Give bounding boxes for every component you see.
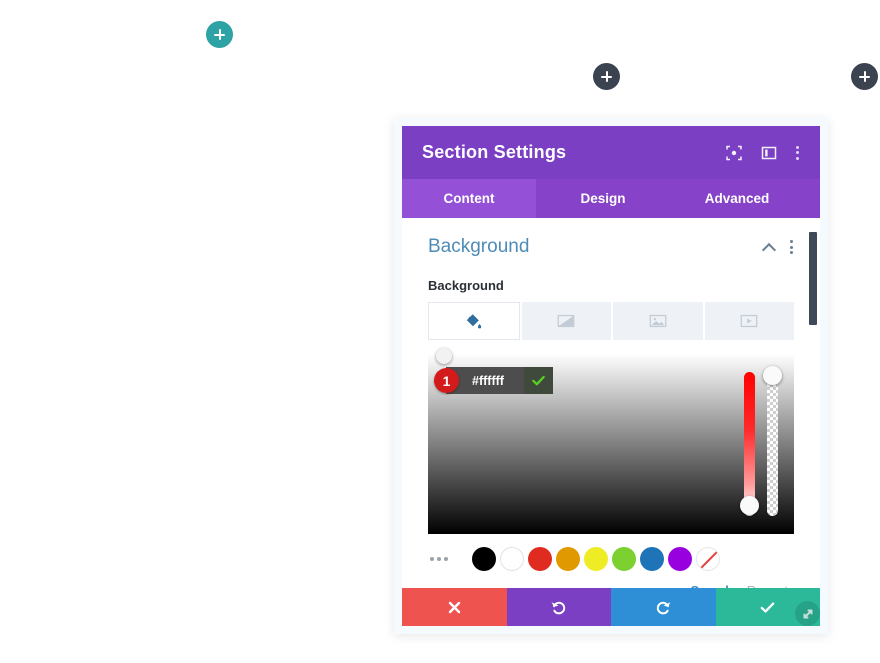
close-icon (448, 601, 460, 613)
redo-button[interactable] (611, 588, 716, 626)
swatch-red[interactable] (528, 547, 552, 571)
step-badge-1: 1 (434, 368, 459, 393)
swatch-green[interactable] (612, 547, 636, 571)
background-section-header: Background (428, 236, 794, 258)
tab-advanced[interactable]: Advanced (670, 179, 804, 218)
modal-titlebar: Section Settings (402, 126, 820, 179)
background-gradient-tab[interactable] (521, 302, 611, 340)
kebab-menu-icon[interactable] (796, 145, 800, 160)
section-title: Background (428, 236, 530, 257)
cancel-button[interactable] (402, 588, 507, 626)
section-header-icons (763, 240, 794, 254)
ellipsis-icon[interactable] (430, 557, 464, 561)
swatch-blue[interactable] (640, 547, 664, 571)
redo-icon (656, 601, 671, 614)
background-video-tab[interactable] (704, 302, 794, 340)
alpha-slider-thumb[interactable] (763, 366, 782, 386)
background-color-tab[interactable] (428, 302, 520, 340)
background-image-tab[interactable] (613, 302, 703, 340)
image-icon (649, 314, 667, 328)
alpha-slider[interactable] (763, 366, 782, 516)
gradient-icon (557, 314, 575, 328)
add-section-button-middle[interactable] (593, 63, 620, 90)
hue-slider-thumb[interactable] (740, 495, 759, 515)
hue-slider[interactable] (740, 372, 759, 516)
saturation-brightness-area[interactable]: 1 (428, 348, 794, 534)
check-icon (760, 601, 775, 613)
add-section-button-right[interactable] (851, 63, 878, 90)
check-icon (532, 375, 545, 386)
modal-scrollbar-thumb[interactable] (809, 232, 817, 325)
layout-panel-icon[interactable] (761, 145, 777, 161)
modal-title: Section Settings (422, 142, 567, 162)
modal-scrollbar[interactable] (808, 218, 818, 588)
undo-button[interactable] (506, 588, 611, 626)
color-picker: 1 #ffffff (428, 348, 794, 588)
video-icon (740, 314, 758, 328)
chevron-up-icon[interactable] (763, 243, 776, 251)
modal-inner: Section Settings Content Design Advanced… (402, 126, 820, 626)
swatch-transparent[interactable] (696, 547, 720, 571)
focus-icon[interactable] (726, 145, 742, 161)
swatch-black[interactable] (472, 547, 496, 571)
add-section-button-top-left[interactable] (206, 21, 233, 48)
color-swatch-row (428, 547, 794, 571)
hex-confirm-button[interactable] (524, 367, 553, 394)
background-type-tabs (428, 302, 794, 340)
swatch-white[interactable] (500, 547, 524, 571)
undo-icon (551, 601, 566, 614)
swatch-orange[interactable] (556, 547, 580, 571)
picker-sliders (740, 366, 782, 516)
titlebar-icon-group (726, 145, 800, 161)
swatch-purple[interactable] (668, 547, 692, 571)
modal-action-bar (402, 588, 820, 626)
hex-input-row: 1 (434, 367, 553, 394)
modal-body: Background Background 1 #ffffff (402, 218, 820, 588)
section-settings-modal: Section Settings Content Design Advanced… (394, 118, 828, 634)
kebab-menu-icon[interactable] (790, 240, 794, 254)
resize-diagonal-icon[interactable] (795, 601, 820, 626)
tab-content[interactable]: Content (402, 179, 536, 218)
background-field-label: Background (428, 278, 504, 293)
picker-cursor[interactable] (436, 348, 452, 364)
paint-bucket-icon (467, 313, 482, 328)
swatch-yellow[interactable] (584, 547, 608, 571)
tab-design[interactable]: Design (536, 179, 670, 218)
modal-tab-bar: Content Design Advanced (402, 179, 820, 218)
settings-content: Background Background 1 #ffffff (402, 218, 820, 588)
